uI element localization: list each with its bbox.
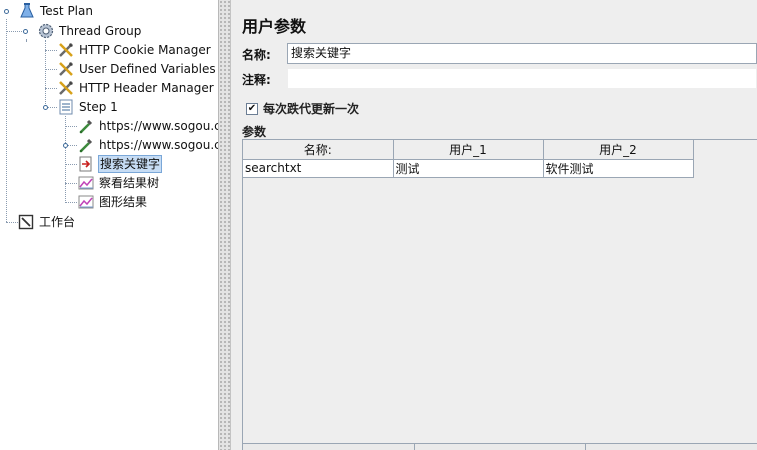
tree-label: HTTP Cookie Manager <box>79 43 211 57</box>
tree-label: Step 1 <box>79 100 118 114</box>
comment-input[interactable] <box>287 68 757 89</box>
tree-label: 图形结果 <box>99 195 148 209</box>
tree-label: Test Plan <box>40 4 93 18</box>
tree-node-workbench[interactable]: 工作台 <box>17 213 76 231</box>
tree-node-step1[interactable]: Step 1 <box>57 98 119 116</box>
chart-icon <box>77 194 95 210</box>
tools-icon <box>57 80 75 96</box>
gear-icon <box>37 23 55 39</box>
table-button[interactable] <box>414 444 587 450</box>
split-pane-divider[interactable] <box>219 0 231 450</box>
flask-icon <box>18 3 36 19</box>
table-cell[interactable]: 软件测试 <box>542 158 694 178</box>
name-label: 名称: <box>242 47 271 62</box>
checkbox-label: 每次跌代更新一次 <box>263 102 360 116</box>
sampler2-toggle[interactable] <box>61 141 70 150</box>
parameters-label: 参数 <box>242 125 267 139</box>
tree-node-thread-group[interactable]: Thread Group <box>37 22 142 40</box>
column-header-user-1[interactable]: 用户_1 <box>392 140 544 160</box>
tree-node-graph-results[interactable]: 图形结果 <box>77 193 148 211</box>
tree-label: 工作台 <box>39 215 76 229</box>
tree-node-sampler-2[interactable]: https://www.sogou.com <box>77 136 218 154</box>
tree-node-view-results-tree[interactable]: 察看结果树 <box>77 174 160 192</box>
name-input[interactable]: 搜索关键字 <box>287 43 757 64</box>
tree-node-test-plan[interactable]: Test Plan <box>18 2 94 20</box>
thread-group-toggle[interactable] <box>21 27 30 36</box>
table-cell[interactable]: searchtxt <box>243 158 394 178</box>
table-cell[interactable]: 测试 <box>392 158 544 178</box>
comment-label: 注释: <box>242 72 271 87</box>
tree-label: 搜索关键字 <box>98 155 163 173</box>
table-header-row: 名称: 用户_1 用户_2 <box>243 140 694 160</box>
pipette-icon <box>77 118 95 134</box>
user-parameters-icon <box>77 156 95 172</box>
update-once-per-iteration[interactable]: ✔ 每次跌代更新一次 <box>246 100 359 117</box>
name-row: 名称: <box>242 43 286 65</box>
tree-node-cookie-manager[interactable]: HTTP Cookie Manager <box>57 41 212 59</box>
column-header-name[interactable]: 名称: <box>243 140 394 160</box>
tools-icon <box>57 42 75 58</box>
parameters-table-area[interactable]: 名称: 用户_1 用户_2 searchtxt 测试 软件测试 <box>242 139 757 450</box>
workbench-icon <box>17 214 35 230</box>
tree-label: Thread Group <box>59 24 142 38</box>
controller-icon <box>57 99 75 115</box>
step1-toggle[interactable] <box>41 103 50 112</box>
tree-node-sampler-1[interactable]: https://www.sogou.com <box>77 117 218 135</box>
comment-row: 注释: <box>242 68 286 90</box>
test-plan-tree[interactable]: Test Plan Thread Group HTTP Cookie Manag… <box>0 0 219 450</box>
tree-node-user-parameters[interactable]: 搜索关键字 <box>77 155 163 173</box>
tree-node-user-defined-variables[interactable]: User Defined Variables <box>57 60 217 78</box>
panel-title: 用户参数 <box>242 17 307 36</box>
user-parameters-panel: 用户参数 名称: 搜索关键字 注释: ✔ 每次跌代更新一次 参数 名称: 用户_… <box>232 0 757 450</box>
tree-node-header-manager[interactable]: HTTP Header Manager <box>57 79 215 97</box>
chart-icon <box>77 175 95 191</box>
tree-label: 察看结果树 <box>99 176 160 190</box>
table-button[interactable] <box>586 444 757 450</box>
tree-label: https://www.sogou.com <box>99 119 218 133</box>
parameters-table[interactable]: 名称: 用户_1 用户_2 searchtxt 测试 软件测试 <box>243 140 694 178</box>
tree-label: https://www.sogou.com <box>99 138 218 152</box>
pipette-icon <box>77 137 95 153</box>
test-plan-toggle[interactable] <box>2 7 11 16</box>
tree-label: HTTP Header Manager <box>79 81 214 95</box>
table-row[interactable]: searchtxt 测试 软件测试 <box>243 158 694 178</box>
tree-label: User Defined Variables <box>79 62 216 76</box>
table-button-strip <box>243 443 757 450</box>
column-header-user-2[interactable]: 用户_2 <box>542 140 694 160</box>
table-button[interactable] <box>243 444 415 450</box>
checkbox-checked-icon[interactable]: ✔ <box>246 102 258 115</box>
tools-icon <box>57 61 75 77</box>
